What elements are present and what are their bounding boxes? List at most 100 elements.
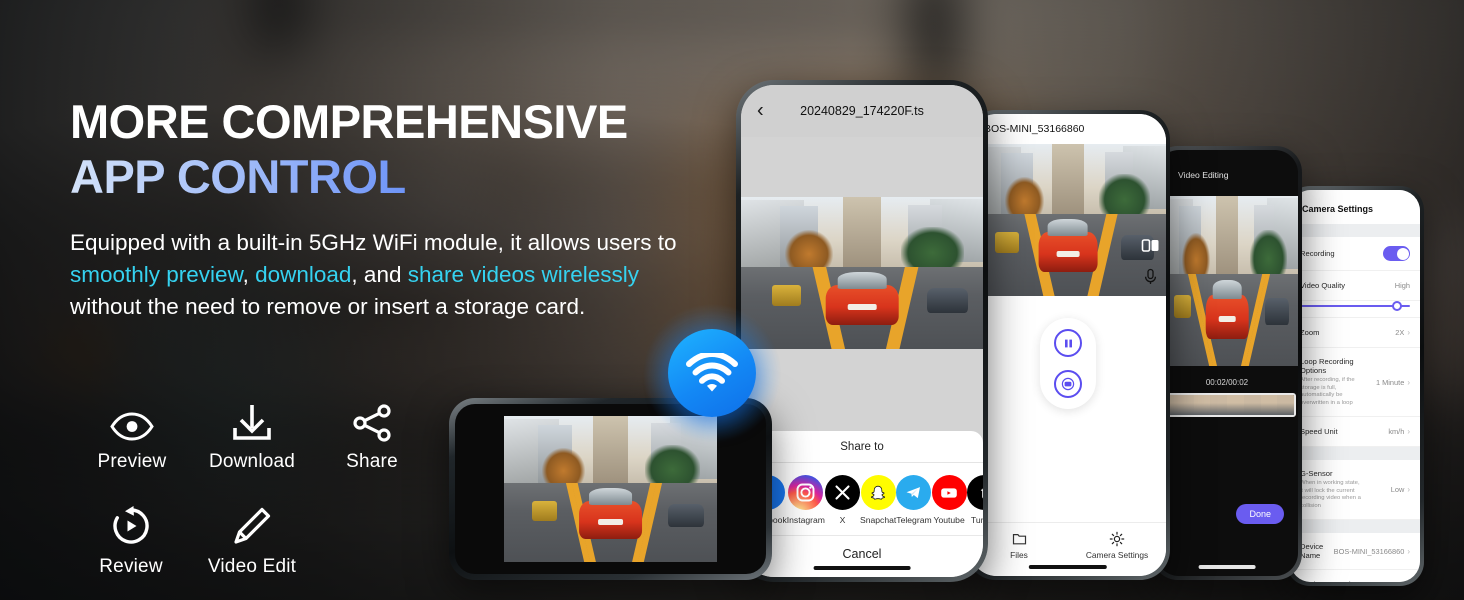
settings-row-wifi-password[interactable]: WiFi Password › [1290, 570, 1420, 582]
picture-in-picture-icon[interactable] [1141, 236, 1160, 255]
phone-screen: Video Editing 00:02/00:02 Done [1156, 150, 1298, 576]
replay-icon [72, 495, 190, 547]
wifi-icon [668, 329, 756, 417]
video-preview[interactable] [1156, 196, 1298, 366]
settings-row-device-name[interactable]: Device Name BOS-MINI_53166860 › [1290, 533, 1420, 571]
settings-row-quality[interactable]: Video Quality High [1290, 271, 1420, 301]
row-value: High [1394, 281, 1410, 290]
row-value: km/h [1388, 427, 1405, 437]
desc-seg-4: without the need to remove or insert a s… [70, 293, 586, 319]
row-label: G-Sensor [1300, 469, 1333, 479]
home-indicator [1198, 564, 1256, 569]
share-target-label: Youtube [933, 515, 965, 525]
share-target-telegram[interactable]: Telegram [896, 475, 932, 525]
desc-seg-2: , [242, 261, 256, 287]
x-icon [824, 475, 860, 510]
recording-toggle[interactable] [1383, 246, 1410, 261]
settings-row-recording[interactable]: Recording [1290, 237, 1420, 271]
share-sheet-title: Share to [741, 431, 983, 463]
device-name-label: BOS-MINI_53166860 [970, 114, 1166, 144]
chevron-right-icon: › [1407, 328, 1410, 337]
desc-highlight-download: download [255, 261, 352, 287]
tumblr-icon: t [966, 475, 983, 510]
feature-share: Share [312, 390, 432, 473]
feature-video-edit: Video Edit [190, 495, 314, 578]
phone-screen: Camera Settings Recording Video Quality … [1290, 190, 1420, 582]
bottom-navigation: Files Camera Settings [970, 522, 1166, 560]
share-target-youtube[interactable]: Youtube [931, 475, 967, 525]
row-value: BOS-MINI_53166860 [1333, 546, 1405, 556]
row-value: Low [1390, 485, 1405, 495]
share-icon [312, 390, 432, 442]
file-name-title: 20240829_174220F.ts [800, 104, 924, 118]
timeline-filmstrip[interactable] [1158, 393, 1296, 417]
settings-row-gsensor[interactable]: G-Sensor When in working state, it will … [1290, 460, 1420, 521]
slider-knob[interactable] [1392, 301, 1402, 311]
phone-screen: ‹ 20240829_174220F.ts Share to f Faceboo… [741, 85, 983, 577]
snapchat-icon [860, 475, 896, 510]
download-icon [192, 390, 312, 442]
share-target-x[interactable]: X [824, 475, 860, 525]
microphone-icon[interactable] [1141, 267, 1160, 286]
share-target-label: Snapchat [859, 515, 897, 525]
pencil-icon [190, 495, 314, 547]
volume-slider[interactable] [1290, 301, 1420, 318]
desc-highlight-share: share videos wirelessly [407, 261, 640, 287]
share-target-tumblr[interactable]: t Tumblr [966, 475, 983, 525]
share-sheet: Share to f Facebook Instagram X [741, 431, 983, 577]
desc-highlight-preview: smoothly preview [70, 261, 243, 287]
page-title-line2: APP CONTROL [70, 152, 750, 201]
snapshot-button[interactable] [1054, 370, 1082, 398]
row-label: Loop Recording Options [1300, 357, 1354, 375]
tab-label: Files [1010, 550, 1028, 560]
phone-share-sheet: ‹ 20240829_174220F.ts Share to f Faceboo… [736, 80, 988, 582]
chevron-right-icon: › [1407, 427, 1410, 437]
recording-controls [1040, 318, 1096, 409]
done-button[interactable]: Done [1236, 504, 1284, 524]
share-target-instagram[interactable]: Instagram [787, 475, 825, 525]
feature-label: Preview [97, 451, 167, 472]
phone-screen: BOS-MINI_53166860 Files Camera Settings [970, 114, 1166, 576]
hero-description: Equipped with a built-in 5GHz WiFi modul… [70, 227, 710, 323]
settings-row-speed-unit[interactable]: Speed Unit km/h › [1290, 417, 1420, 448]
feature-label: Download [208, 451, 296, 472]
share-target-snapchat[interactable]: Snapchat [860, 475, 896, 525]
feature-download: Download [192, 390, 312, 473]
share-target-label: X [839, 515, 846, 525]
row-sublabel: When in working state, it will lock the … [1300, 480, 1361, 509]
share-target-label: Tumblr [970, 515, 983, 525]
row-label: WiFi Password [1300, 580, 1351, 582]
chevron-right-icon: › [1407, 485, 1410, 495]
row-label: Video Quality [1300, 281, 1346, 290]
phone-camera-settings: Camera Settings Recording Video Quality … [1286, 186, 1424, 586]
cancel-button[interactable]: Cancel [741, 535, 983, 577]
share-target-label: Instagram [786, 515, 825, 525]
row-value: 1 Minute [1375, 377, 1405, 387]
video-player[interactable] [741, 197, 983, 349]
video-tool-buttons [1141, 236, 1160, 286]
pause-button[interactable] [1054, 329, 1082, 357]
feature-label: Video Edit [207, 556, 297, 577]
row-label: Device Name [1300, 542, 1324, 561]
feature-preview: Preview [72, 390, 192, 473]
youtube-icon [931, 475, 967, 510]
settings-row-loop[interactable]: Loop Recording Options After recording, … [1290, 348, 1420, 418]
row-sublabel: After recording, if the storage is full,… [1300, 377, 1355, 406]
desc-seg-3: , and [351, 261, 408, 287]
row-value: 2X [1395, 328, 1405, 337]
share-target-label: Telegram [896, 515, 932, 525]
feature-list: Preview Download Share Review Video Edit [72, 390, 432, 578]
back-button[interactable]: ‹ [757, 100, 764, 123]
settings-row-zoom[interactable]: Zoom 2X › [1290, 318, 1420, 348]
feature-label: Review [99, 556, 163, 577]
telegram-icon [896, 475, 932, 510]
live-video-feed[interactable] [970, 144, 1166, 296]
chevron-right-icon: › [1407, 546, 1410, 556]
home-indicator [813, 565, 911, 570]
settings-title: Camera Settings [1290, 190, 1420, 224]
row-label: Zoom [1300, 328, 1320, 337]
desc-seg-1: Equipped with a built-in 5GHz WiFi modul… [70, 229, 677, 255]
tab-camera-settings[interactable]: Camera Settings [1068, 530, 1166, 560]
instagram-icon [788, 475, 824, 510]
chevron-right-icon: › [1407, 377, 1410, 387]
